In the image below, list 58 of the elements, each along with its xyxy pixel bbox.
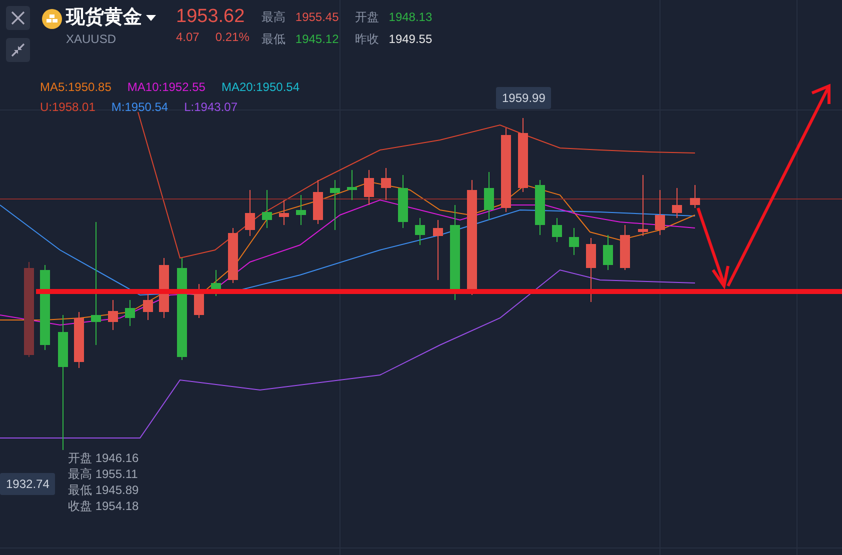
candlestick [381, 168, 391, 200]
tooltip-line: 收盘 1954.18 [68, 498, 139, 514]
tooltip-line: 开盘 1946.16 [68, 450, 139, 466]
candlestick [433, 220, 443, 280]
stat-label: 最低 [261, 31, 286, 48]
indicator-value: MA5:1950.85 [40, 79, 112, 96]
high-price-label: 1959.99 [496, 87, 552, 109]
candlestick [245, 190, 255, 236]
candlestick [125, 300, 135, 326]
candlestick [638, 174, 648, 236]
candlestick [398, 174, 408, 228]
indicator-value: MA20:1950.54 [221, 79, 300, 96]
candlestick [74, 312, 84, 368]
price-change: 4.07 [176, 29, 200, 46]
shrink-arrows-icon [11, 43, 25, 57]
tooltip-line: 最低 1945.89 [68, 482, 139, 498]
candlestick [603, 234, 613, 270]
candlestick [364, 170, 374, 206]
stat-value: 1945.12 [295, 31, 339, 48]
instrument-symbol: XAUUSD [66, 31, 118, 48]
candlestick [279, 200, 289, 226]
candlestick [690, 184, 700, 208]
candlestick [569, 228, 579, 256]
indicator-value: L:1943.07 [184, 99, 238, 116]
candlestick [296, 194, 306, 226]
candlestick [330, 180, 340, 230]
caret-icon[interactable] [146, 14, 156, 21]
current-price: 1953.62 [176, 6, 246, 28]
candlestick [228, 228, 238, 284]
indicator-value: MA10:1952.55 [127, 79, 206, 96]
candlestick [535, 180, 545, 236]
tooltip-line: 最高 1955.11 [68, 466, 139, 482]
stat-value: 1948.13 [388, 9, 432, 26]
candlestick [552, 218, 562, 242]
candlestick [313, 180, 323, 224]
candlestick [108, 300, 118, 330]
candlestick [347, 170, 357, 200]
low-price-label: 1932.74 [0, 473, 56, 495]
instrument-name[interactable]: 现货黄金 [66, 7, 142, 29]
stat-value: 1955.45 [295, 9, 339, 26]
coin-icon [42, 8, 62, 29]
stat-value: 1949.55 [388, 31, 432, 48]
close-button[interactable] [6, 6, 30, 30]
collapse-button[interactable] [6, 38, 30, 62]
candlestick [484, 172, 494, 220]
price-change-percent: 0.21% [215, 29, 250, 46]
stat-label: 昨收 [354, 31, 379, 48]
candlestick [262, 190, 272, 228]
stat-label: 最高 [261, 9, 286, 26]
candlestick [586, 238, 596, 302]
candlestick [655, 190, 665, 236]
indicator-value: M:1950.54 [111, 99, 168, 116]
stat-label: 开盘 [354, 9, 379, 26]
candlestick [620, 224, 630, 270]
candlestick [415, 218, 425, 246]
close-icon [11, 11, 25, 25]
candlestick [672, 188, 682, 218]
indicator-value: U:1958.01 [40, 99, 96, 116]
